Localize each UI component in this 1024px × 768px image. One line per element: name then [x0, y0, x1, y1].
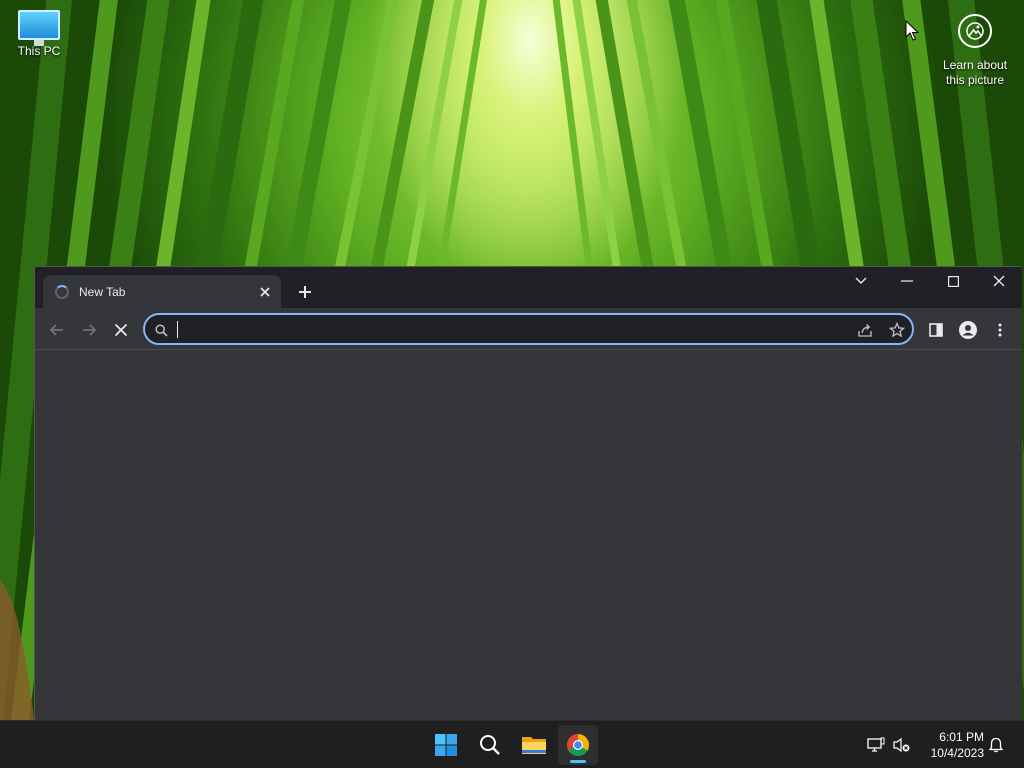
network-icon[interactable]	[866, 735, 886, 755]
new-tab-button[interactable]	[292, 279, 318, 305]
system-clock[interactable]: 6:01 PM 10/4/2023	[918, 729, 984, 761]
stop-x-icon	[114, 323, 128, 337]
share-icon[interactable]	[856, 321, 874, 339]
plus-icon	[299, 286, 311, 298]
clock-date: 10/4/2023	[930, 746, 984, 760]
profile-avatar-icon	[959, 321, 977, 339]
maximize-button[interactable]	[931, 267, 975, 295]
loading-spinner-icon	[55, 284, 69, 299]
notification-bell-icon[interactable]	[986, 735, 1006, 755]
address-input[interactable]	[175, 319, 845, 339]
tab-new-tab[interactable]: New Tab	[43, 275, 281, 308]
forward-button[interactable]	[75, 316, 103, 344]
folder-icon	[522, 737, 546, 754]
chrome-taskbar-button[interactable]	[558, 725, 598, 765]
monitor-icon	[18, 10, 60, 46]
minimize-icon	[901, 280, 913, 282]
desktop-icon-this-pc[interactable]: This PC	[8, 10, 70, 58]
side-panel-button[interactable]	[922, 316, 950, 344]
start-button[interactable]	[426, 725, 466, 765]
close-window-button[interactable]	[977, 267, 1021, 295]
camera-icon	[958, 14, 992, 48]
profile-button[interactable]	[954, 316, 982, 344]
search-icon	[152, 321, 170, 339]
volume-muted-icon[interactable]	[892, 735, 912, 755]
bookmark-star-icon[interactable]	[888, 321, 906, 339]
back-button[interactable]	[43, 316, 71, 344]
minimize-button[interactable]	[885, 267, 929, 295]
clock-time: 6:01 PM	[939, 730, 984, 744]
arrow-right-icon	[83, 324, 97, 336]
file-explorer-button[interactable]	[514, 725, 554, 765]
more-vertical-icon	[998, 323, 1002, 337]
text-caret	[177, 321, 178, 338]
chevron-down-icon	[855, 277, 867, 284]
stop-loading-button[interactable]	[107, 316, 135, 344]
tab-title: New Tab	[79, 284, 126, 299]
search-icon	[480, 735, 500, 755]
browser-window: New Tab	[34, 266, 1022, 721]
learn-about-picture-button[interactable]: Learn about this picture	[938, 14, 1012, 88]
browser-toolbar	[35, 308, 1022, 350]
windows-start-icon	[435, 734, 457, 756]
desktop-icon-label: This PC	[17, 44, 61, 58]
page-content-area	[35, 350, 1022, 721]
mouse-cursor-icon	[905, 19, 920, 47]
close-icon	[993, 275, 1005, 287]
maximize-icon	[947, 275, 959, 287]
browser-titlebar[interactable]: New Tab	[35, 267, 1022, 308]
tab-search-button[interactable]	[839, 267, 883, 295]
taskbar: 6:01 PM 10/4/2023	[0, 720, 1024, 768]
arrow-left-icon	[49, 324, 63, 336]
taskbar-search-button[interactable]	[470, 725, 510, 765]
learn-about-label: Learn about this picture	[942, 58, 1008, 87]
chrome-icon	[567, 734, 589, 756]
side-panel-icon	[929, 323, 943, 337]
close-tab-icon[interactable]	[257, 284, 273, 300]
address-bar[interactable]	[143, 313, 914, 345]
chrome-menu-button[interactable]	[986, 316, 1014, 344]
